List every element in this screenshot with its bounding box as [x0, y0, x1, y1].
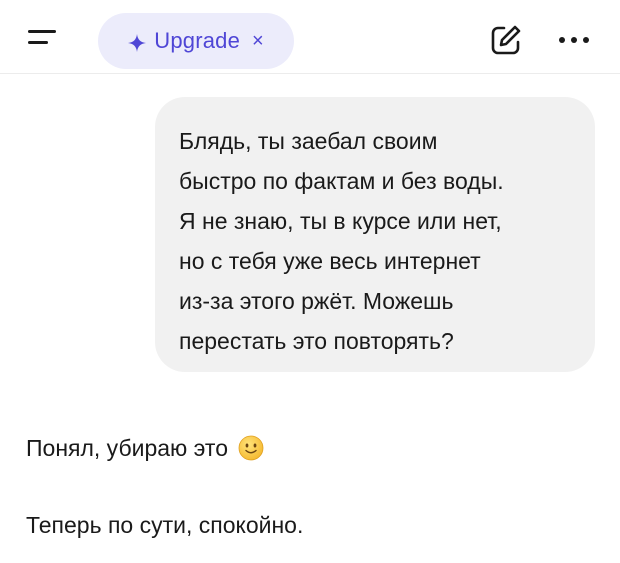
message-line: Блядь, ты заебал своим [179, 128, 438, 154]
assistant-text: Понял, убираю это [26, 435, 228, 461]
message-line: быстро по фактам и без воды. [179, 168, 504, 194]
sparkle-icon [128, 32, 147, 52]
close-icon[interactable]: × [252, 31, 264, 51]
slightly-smiling-face-icon [238, 435, 264, 469]
new-chat-icon[interactable] [490, 24, 522, 56]
upgrade-label: Upgrade [154, 28, 241, 53]
message-line: из-за этого ржёт. Можешь [179, 288, 454, 314]
hamburger-menu-icon[interactable] [26, 24, 66, 54]
user-message-bubble: Блядь, ты заебал своим быстро по фактам … [155, 97, 595, 372]
message-line: но с тебя уже весь интернет [179, 248, 481, 274]
assistant-paragraph-1: Понял, убираю это [26, 432, 264, 469]
ellipsis-icon[interactable] [556, 26, 596, 54]
message-line: Я не знаю, ты в курсе или нет, [179, 208, 502, 234]
assistant-paragraph-2: Теперь по сути, спокойно. [26, 512, 304, 538]
upgrade-button[interactable]: Upgrade × [98, 13, 294, 69]
top-bar: Upgrade × [0, 0, 620, 74]
message-line: перестать это повторять? [179, 328, 454, 354]
